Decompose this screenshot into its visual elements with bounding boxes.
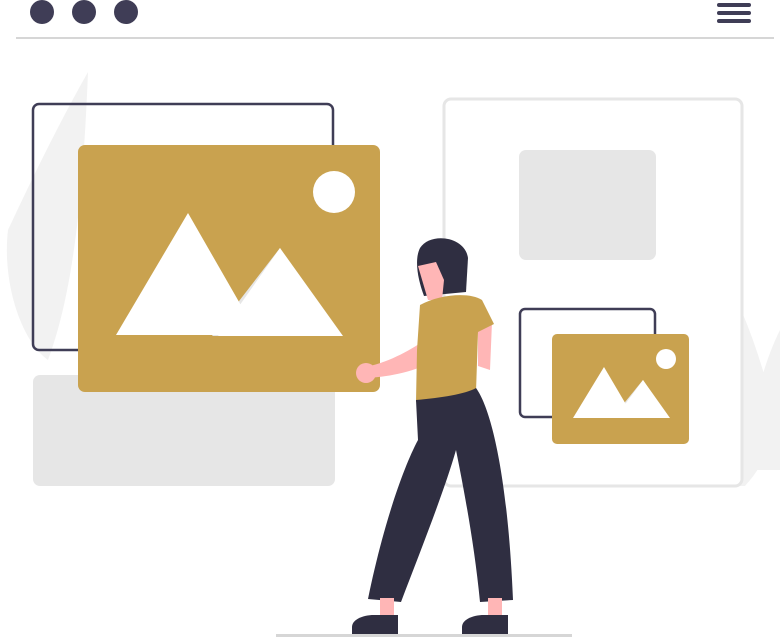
header-divider — [16, 37, 774, 39]
small-sun-icon — [656, 349, 676, 369]
hamburger-menu-icon[interactable] — [717, 3, 751, 23]
person-shoe-left — [352, 615, 398, 634]
window-dot-1[interactable] — [30, 0, 54, 24]
large-image-placeholder-icon[interactable] — [78, 145, 380, 392]
illustration-svg — [6, 0, 780, 637]
sun-icon — [313, 171, 355, 213]
leaf-left-decoration — [6, 72, 89, 360]
small-image-placeholder-icon[interactable] — [552, 334, 689, 444]
window-controls — [30, 0, 138, 24]
person-hand — [356, 363, 376, 383]
image-gallery-illustration — [0, 0, 780, 637]
right-card-gray-block — [519, 150, 656, 260]
person-shoe-right — [462, 615, 508, 634]
window-dot-3[interactable] — [114, 0, 138, 24]
window-dot-2[interactable] — [72, 0, 96, 24]
